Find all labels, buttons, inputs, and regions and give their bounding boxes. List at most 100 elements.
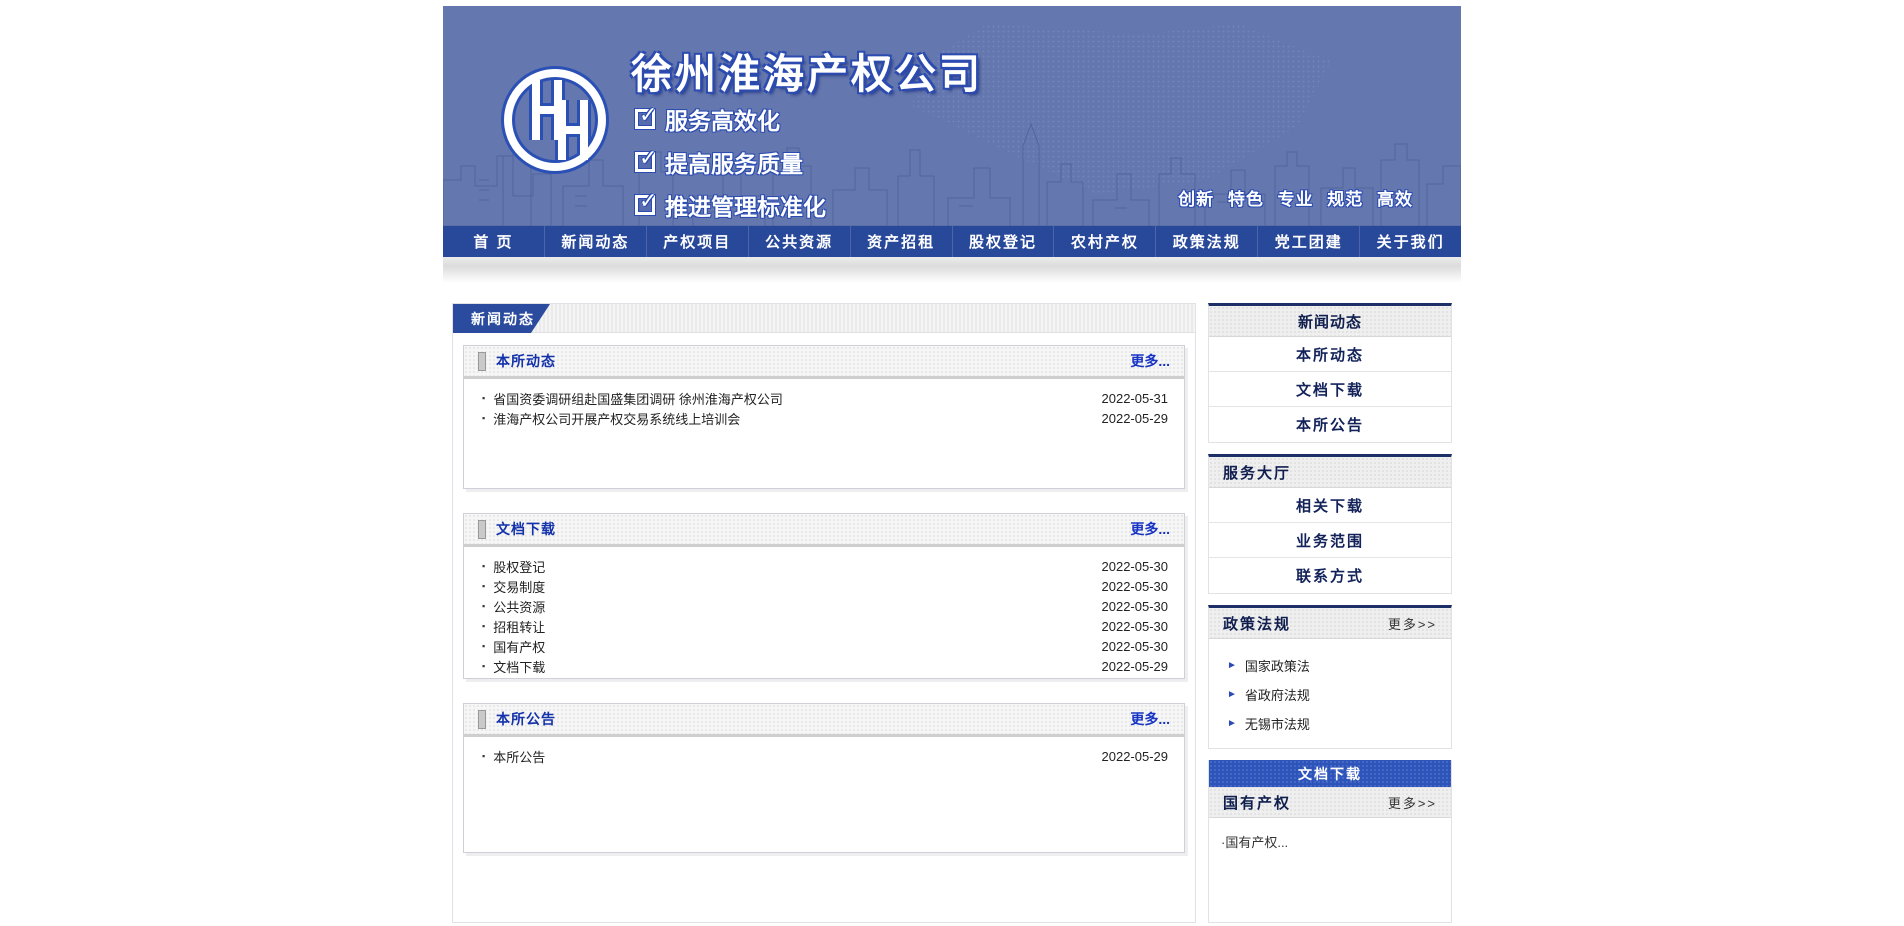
page-container: 徐州淮海产权公司 服务高效化 提高服务质量 推进管理标准化 创新 特色 专业 规… [443, 0, 1461, 923]
news-link[interactable]: 交易制度 [493, 577, 545, 596]
section-tabbar: 新闻动态 [453, 304, 1195, 333]
news-list: ▪ 本所公告 2022-05-29 [464, 737, 1184, 772]
sidebar-item-downloads[interactable]: 文档下载 [1209, 372, 1451, 407]
sidebar-item-business-scope[interactable]: 业务范围 [1209, 523, 1451, 558]
checkbox-icon [635, 195, 655, 215]
sidebar-section-title: 新闻动态 [1209, 306, 1451, 337]
nav-item-public-resources[interactable]: 公共资源 [748, 226, 850, 257]
news-row: ▪ 国有产权 2022-05-30 [480, 636, 1168, 656]
policy-label: 无锡市法规 [1245, 714, 1310, 733]
bullet-square-icon: ▪ [482, 413, 485, 423]
nav-item-news[interactable]: 新闻动态 [544, 226, 646, 257]
logo-icon[interactable] [495, 60, 615, 180]
news-link[interactable]: 淮海产权公司开展产权交易系统线上培训会 [493, 409, 740, 428]
arrow-bullet-icon: ► [1227, 718, 1237, 729]
news-row: ▪ 交易制度 2022-05-30 [480, 576, 1168, 596]
news-row: ▪ 淮海产权公司开展产权交易系统线上培训会 2022-05-29 [480, 408, 1168, 428]
sidebar-section-docs: 文档下载 国有产权 更多>> ·国有产权... [1208, 760, 1452, 923]
slogan-line: 推进管理标准化 [635, 188, 826, 222]
news-row: ▪ 招租转让 2022-05-30 [480, 616, 1168, 636]
box-title[interactable]: 本所公告 [496, 709, 556, 729]
news-row: ▪ 本所公告 2022-05-29 [480, 746, 1168, 766]
sidebar-item-related-downloads[interactable]: 相关下载 [1209, 488, 1451, 523]
policy-item-provincial[interactable]: ► 省政府法规 [1227, 680, 1451, 709]
sidebar-section-title: 服务大厅 [1209, 457, 1451, 488]
main-navigation: 首 页 新闻动态 产权项目 公共资源 资产招租 股权登记 农村产权 政策法规 党… [443, 226, 1461, 257]
bullet-square-icon: ▪ [482, 621, 485, 631]
policy-item-municipal[interactable]: ► 无锡市法规 [1227, 709, 1451, 738]
bullet-square-icon: ▪ [482, 751, 485, 761]
sidebar-item-dynamics[interactable]: 本所动态 [1209, 337, 1451, 372]
sidebar-item-announcements[interactable]: 本所公告 [1209, 407, 1451, 442]
bullet-square-icon: ▪ [482, 601, 485, 611]
arrow-bullet-icon: ► [1227, 660, 1237, 671]
news-date: 2022-05-30 [1102, 639, 1169, 654]
news-link[interactable]: 公共资源 [493, 597, 545, 616]
more-link[interactable]: 更多>> [1388, 793, 1437, 812]
news-date: 2022-05-29 [1102, 749, 1169, 764]
sidebar-section-title: 国有产权 [1223, 792, 1291, 813]
news-link[interactable]: 股权登记 [493, 557, 545, 576]
sidebar: 新闻动态 本所动态 文档下载 本所公告 服务大厅 相关下载 业务范围 联系方式 … [1208, 303, 1452, 923]
news-link[interactable]: 本所公告 [493, 747, 545, 766]
policy-label: 国家政策法 [1245, 656, 1310, 675]
news-link[interactable]: 省国资委调研组赴国盛集团调研 徐州淮海产权公司 [493, 389, 783, 408]
nav-item-policies[interactable]: 政策法规 [1155, 226, 1257, 257]
slogan-text: 服务高效化 [665, 102, 780, 136]
nav-item-property-projects[interactable]: 产权项目 [646, 226, 748, 257]
nav-item-equity-registration[interactable]: 股权登记 [952, 226, 1054, 257]
more-link[interactable]: 更多>> [1388, 614, 1437, 633]
nav-item-about-us[interactable]: 关于我们 [1359, 226, 1461, 257]
news-date: 2022-05-30 [1102, 559, 1169, 574]
sidebar-section-title: 政策法规 [1223, 613, 1291, 634]
news-date: 2022-05-29 [1102, 659, 1169, 674]
news-list: ▪ 省国资委调研组赴国盛集团调研 徐州淮海产权公司 2022-05-31 ▪ 淮… [464, 379, 1184, 434]
checkbox-icon [635, 152, 655, 172]
nav-item-rural-property[interactable]: 农村产权 [1053, 226, 1155, 257]
checkbox-icon [635, 109, 655, 129]
doc-item-state-owned[interactable]: ·国有产权... [1221, 832, 1439, 851]
tab-news[interactable]: 新闻动态 [453, 304, 565, 333]
slogan-text: 提高服务质量 [665, 145, 803, 179]
sidebar-section-news: 新闻动态 本所动态 文档下载 本所公告 [1208, 303, 1452, 443]
nav-item-home[interactable]: 首 页 [443, 226, 544, 257]
news-link[interactable]: 国有产权 [493, 637, 545, 656]
news-link[interactable]: 文档下载 [493, 657, 545, 676]
policy-item-national[interactable]: ► 国家政策法 [1227, 651, 1451, 680]
site-header: 徐州淮海产权公司 服务高效化 提高服务质量 推进管理标准化 创新 特色 专业 规… [443, 6, 1461, 226]
news-row: ▪ 省国资委调研组赴国盛集团调研 徐州淮海产权公司 2022-05-31 [480, 388, 1168, 408]
policy-list: ► 国家政策法 ► 省政府法规 ► 无锡市法规 [1209, 639, 1451, 748]
slogan-text: 推进管理标准化 [665, 188, 826, 222]
slogan-list: 服务高效化 提高服务质量 推进管理标准化 [635, 102, 826, 222]
bullet-square-icon: ▪ [482, 661, 485, 671]
box-title[interactable]: 本所动态 [496, 351, 556, 371]
bullet-square-icon: ▪ [482, 581, 485, 591]
nav-item-party-union[interactable]: 党工团建 [1257, 226, 1359, 257]
more-link[interactable]: 更多... [1130, 519, 1170, 539]
more-link[interactable]: 更多... [1130, 709, 1170, 729]
site-title: 徐州淮海产权公司 [631, 40, 983, 100]
news-box-dynamics: 本所动态 更多... ▪ 省国资委调研组赴国盛集团调研 徐州淮海产权公司 202… [463, 345, 1185, 489]
sidebar-item-contact[interactable]: 联系方式 [1209, 558, 1451, 593]
more-link[interactable]: 更多... [1130, 351, 1170, 371]
slogan-line: 提高服务质量 [635, 145, 826, 179]
bullet-square-icon: ▪ [482, 561, 485, 571]
box-title[interactable]: 文档下载 [496, 519, 556, 539]
news-row: ▪ 公共资源 2022-05-30 [480, 596, 1168, 616]
news-box-announcements: 本所公告 更多... ▪ 本所公告 2022-05-29 [463, 703, 1185, 853]
nav-item-asset-leasing[interactable]: 资产招租 [850, 226, 952, 257]
news-date: 2022-05-30 [1102, 599, 1169, 614]
news-date: 2022-05-30 [1102, 619, 1169, 634]
title-bar-icon [478, 352, 486, 371]
docs-banner[interactable]: 文档下载 [1209, 760, 1451, 787]
news-date: 2022-05-31 [1102, 391, 1169, 406]
title-bar-icon [478, 710, 486, 729]
bullet-square-icon: ▪ [482, 393, 485, 403]
news-row: ▪ 文档下载 2022-05-29 [480, 656, 1168, 676]
news-link[interactable]: 招租转让 [493, 617, 545, 636]
sidebar-section-header: 政策法规 更多>> [1209, 608, 1451, 639]
nav-shadow-strip [443, 257, 1461, 283]
title-bar-icon [478, 520, 486, 539]
docs-list: ·国有产权... [1209, 818, 1451, 922]
sidebar-section-header: 国有产权 更多>> [1209, 787, 1451, 818]
